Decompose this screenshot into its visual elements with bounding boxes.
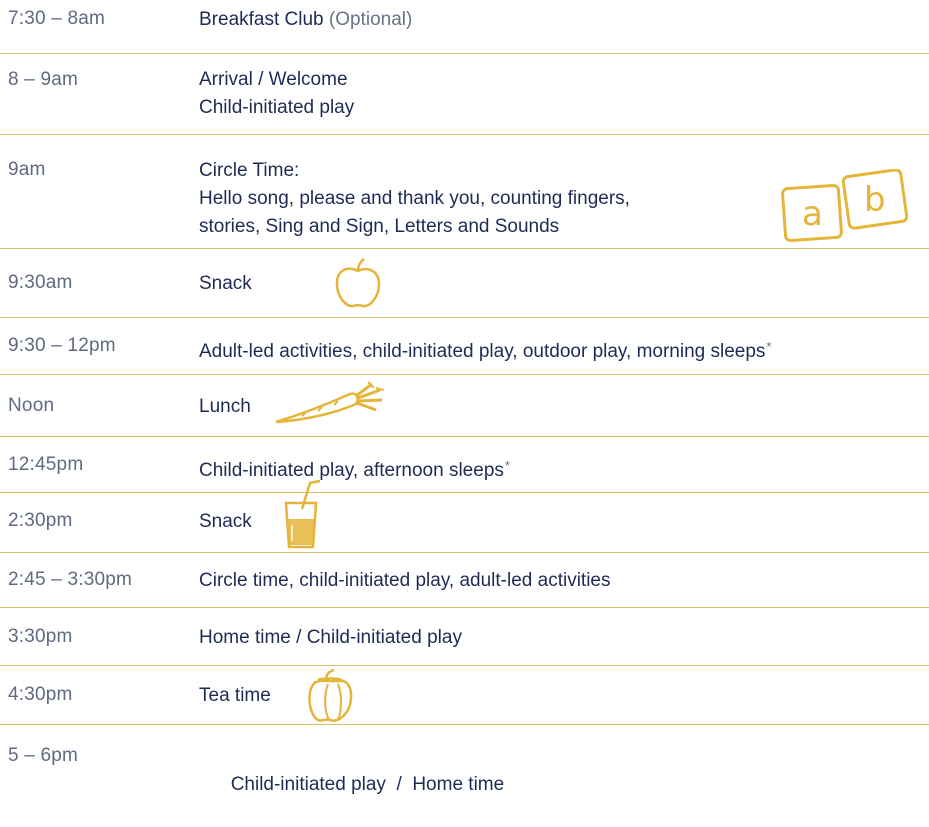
footnote-mark: * — [504, 458, 510, 473]
row-activity: Adult-led activities, child-initiated pl… — [199, 333, 771, 366]
apple-icon — [333, 257, 383, 311]
pepper-icon — [304, 668, 356, 724]
footnote-mark: * — [766, 339, 772, 354]
daily-schedule: 7:30 – 8am Breakfast Club (Optional) 8 –… — [0, 0, 929, 795]
activity-label: Child-initiated play / Home time — [230, 774, 505, 795]
schedule-row: 5 – 6pm Child-initiated play / Home time — [0, 725, 929, 795]
row-activity: Home time / Child-initiated play — [199, 624, 462, 652]
row-time: 9:30 – 12pm — [8, 335, 116, 356]
schedule-row: 7:30 – 8am Breakfast Club (Optional) — [0, 0, 929, 54]
row-activity: Snack — [199, 508, 252, 536]
schedule-row: 3:30pm Home time / Child-initiated play — [0, 608, 929, 666]
row-activity: Snack — [199, 270, 252, 298]
row-time: 2:45 – 3:30pm — [8, 569, 133, 590]
carrot-icon — [272, 378, 388, 428]
activity-label: Tea time — [199, 685, 271, 706]
block-letter: b — [864, 180, 886, 220]
row-activity: Circle Time: Hello song, please and than… — [199, 157, 630, 241]
activity-line: stories, Sing and Sign, Letters and Soun… — [199, 216, 560, 237]
row-time: 2:30pm — [8, 510, 73, 531]
row-activity: Tea time — [199, 682, 271, 710]
activity-line: Child-initiated play — [199, 97, 355, 118]
row-time: 3:30pm — [8, 626, 73, 647]
optional-note: (Optional) — [328, 9, 413, 30]
row-time: Noon — [8, 395, 55, 416]
row-time: 5 – 6pm — [8, 745, 79, 766]
schedule-row: 8 – 9am Arrival / Welcome Child-initiate… — [0, 54, 929, 135]
schedule-row: 12:45pm Child-initiated play, afternoon … — [0, 437, 929, 493]
activity-label: Child-initiated play, afternoon sleeps — [199, 460, 504, 481]
row-activity: Lunch — [199, 393, 251, 421]
row-time: 9am — [8, 159, 46, 180]
row-time: 8 – 9am — [8, 69, 79, 90]
schedule-row: 2:45 – 3:30pm Circle time, child-initiat… — [0, 553, 929, 608]
abc-blocks-icon: a b — [778, 169, 914, 243]
activity-line: Hello song, please and thank you, counti… — [199, 188, 630, 209]
row-activity: Arrival / Welcome Child-initiated play — [199, 66, 354, 122]
schedule-row: 4:30pm Tea time — [0, 666, 929, 725]
activity-label: Circle time, child-initiated play, adult… — [199, 570, 611, 591]
activity-label: Adult-led activities, child-initiated pl… — [199, 341, 766, 362]
activity-label: Lunch — [199, 396, 251, 417]
row-time: 9:30am — [8, 272, 73, 293]
activity-label: Breakfast Club — [199, 9, 324, 30]
activity-label: Snack — [199, 273, 252, 294]
schedule-row: 9:30 – 12pm Adult-led activities, child-… — [0, 318, 929, 375]
row-time: 4:30pm — [8, 684, 73, 705]
row-activity: Circle time, child-initiated play, adult… — [199, 567, 610, 595]
row-time: 12:45pm — [8, 454, 84, 475]
schedule-row: 9:30am Snack — [0, 249, 929, 318]
block-letter: a — [802, 194, 823, 234]
activity-line: Circle Time: — [199, 160, 300, 181]
row-time: 7:30 – 8am — [8, 8, 106, 29]
activity-line: Arrival / Welcome — [199, 69, 348, 90]
row-activity: Breakfast Club (Optional) — [199, 6, 412, 34]
row-activity: Child-initiated play, afternoon sleeps* — [199, 452, 510, 485]
activity-label: Home time / Child-initiated play — [199, 627, 462, 648]
schedule-row: 9am Circle Time: Hello song, please and … — [0, 135, 929, 249]
activity-label: Snack — [199, 511, 252, 532]
schedule-row: Noon Lunch — [0, 375, 929, 437]
row-activity: Child-initiated play / Home time — [199, 743, 505, 827]
juice-glass-icon — [280, 479, 326, 551]
schedule-row: 2:30pm Snack — [0, 479, 929, 553]
